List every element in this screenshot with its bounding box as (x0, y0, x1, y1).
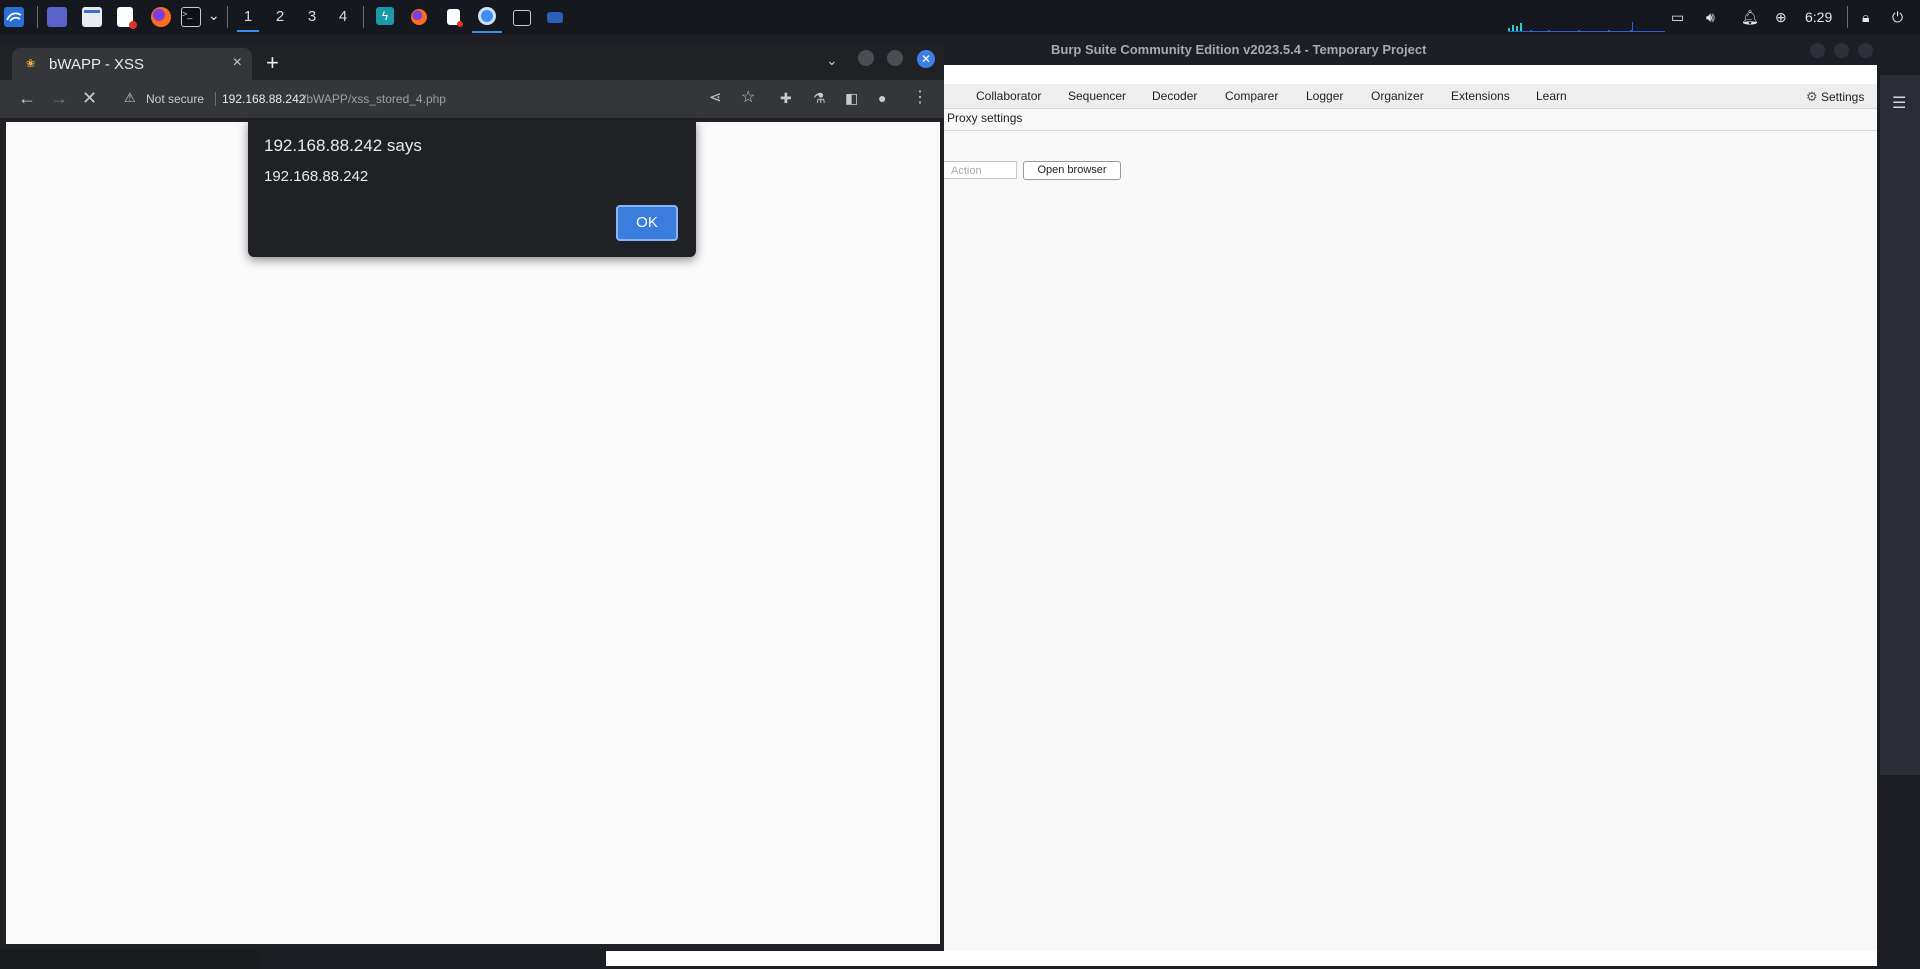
maximize-button[interactable] (1834, 43, 1849, 58)
url-path: /bWAPP/xss_stored_4.php (303, 92, 446, 106)
tab-sequencer[interactable]: Sequencer (1068, 89, 1126, 103)
desktop-strip (0, 949, 260, 969)
close-button[interactable] (1858, 43, 1873, 58)
burp-icon[interactable]: ϟ (376, 7, 394, 25)
terminal-icon[interactable]: >_ (181, 7, 201, 27)
editor-window-icon[interactable] (447, 9, 463, 27)
browser-tab[interactable]: ❀ bWAPP - XSS × (12, 48, 252, 80)
tab-title: bWAPP - XSS (49, 56, 145, 73)
active-window-indicator (472, 31, 502, 33)
workspace-3[interactable]: 3 (299, 6, 325, 28)
settings-button[interactable]: ⚙ Settings (1806, 89, 1864, 105)
burp-sub-tabs: Proxy settings (944, 109, 1877, 131)
side-panel-icon[interactable]: ◧ (845, 88, 858, 108)
workspace-2[interactable]: 2 (267, 6, 293, 28)
tab-extensions[interactable]: Extensions (1451, 89, 1510, 103)
proxy-settings-link[interactable]: Proxy settings (947, 111, 1022, 125)
new-tab-button[interactable]: + (266, 50, 279, 76)
security-label: Not secure (146, 92, 205, 106)
back-arrow-icon[interactable]: ← (18, 88, 36, 108)
lock-icon[interactable]: 🔒︎ (1862, 7, 1869, 27)
gear-icon: ⚙ (1806, 89, 1818, 104)
bell-icon[interactable]: 🔔︎ (1741, 7, 1759, 27)
desktop-icon[interactable] (47, 7, 67, 27)
volume-icon[interactable]: 🔊︎ (1706, 7, 1715, 27)
settings-label: Settings (1821, 90, 1865, 104)
taskbar-separator (363, 6, 364, 28)
bookmark-star-icon[interactable]: ☆ (741, 88, 755, 108)
side-panel: ☰ (1880, 75, 1920, 775)
cpu-graph (1630, 20, 1665, 32)
chromium-window-icon[interactable] (478, 7, 496, 25)
display-icon[interactable]: ▭ (1671, 7, 1684, 27)
extensions-puzzle-icon[interactable]: ✚ (780, 88, 792, 108)
folder-window-icon[interactable] (547, 12, 563, 23)
burp-menubar (944, 65, 1877, 84)
tab-close-icon[interactable]: × (233, 54, 242, 72)
hamburger-menu-icon[interactable]: ☰ (1892, 93, 1906, 113)
address-divider (215, 92, 216, 106)
ok-button[interactable]: OK (616, 205, 678, 241)
profile-icon[interactable]: ● (878, 88, 886, 108)
tab-comparer[interactable]: Comparer (1225, 89, 1278, 103)
burp-main-tabs: Collaborator Sequencer Decoder Comparer … (944, 84, 1877, 109)
text-editor-icon[interactable] (117, 7, 137, 29)
minimize-button[interactable] (858, 50, 874, 66)
alert-dialog: 192.168.88.242 says 192.168.88.242 OK (248, 120, 696, 257)
burp-window: Burp Suite Community Edition v2023.5.4 -… (940, 36, 1920, 964)
open-browser-button[interactable]: Open browser (1023, 161, 1121, 180)
tab-search-chevron-icon[interactable]: ⌄ (826, 52, 838, 69)
action-button[interactable]: Action (940, 161, 1017, 179)
url-host: 192.168.88.242 (222, 92, 306, 106)
taskbar-separator (37, 6, 38, 28)
workspace-4[interactable]: 4 (330, 6, 356, 28)
warning-icon: ⚠ (124, 90, 136, 105)
power-manager-icon[interactable]: ⊕ (1775, 7, 1787, 27)
dialog-message: 192.168.88.242 (264, 168, 369, 185)
tab-logger[interactable]: Logger (1306, 89, 1343, 103)
burp-statusbar (606, 951, 1877, 966)
minimize-button[interactable] (1810, 43, 1825, 58)
forward-arrow-icon[interactable]: → (50, 88, 68, 108)
close-button[interactable]: ✕ (917, 50, 935, 68)
workspace-1[interactable]: 1 (235, 6, 261, 32)
firefox-icon[interactable] (151, 7, 171, 27)
stop-loading-icon[interactable]: ✕ (82, 88, 97, 108)
kali-menu-icon[interactable] (4, 7, 24, 27)
taskbar: >_ ⌄ 1 2 3 4 ϟ ▭ 🔊︎ 🔔︎ ⊕ 6:29 🔒︎ ⏻ (0, 0, 1920, 34)
tab-collaborator[interactable]: Collaborator (976, 89, 1041, 103)
address-bar[interactable]: ⚠ Not secure 192.168.88.242 /bWAPP/xss_s… (118, 86, 746, 112)
tab-decoder[interactable]: Decoder (1152, 89, 1197, 103)
browser-toolbar: ← → ✕ ⚠ Not secure 192.168.88.242 /bWAPP… (0, 80, 944, 118)
tab-learn[interactable]: Learn (1536, 89, 1567, 103)
firefox-window-icon[interactable] (411, 9, 427, 25)
labs-flask-icon[interactable]: ⚗ (813, 88, 826, 108)
bwapp-favicon-icon: ❀ (26, 58, 36, 70)
burp-titlebar: Burp Suite Community Edition v2023.5.4 -… (944, 36, 1920, 65)
chevron-down-icon[interactable]: ⌄ (208, 5, 220, 25)
maximize-button[interactable] (887, 50, 903, 66)
burp-window-title: Burp Suite Community Edition v2023.5.4 -… (1051, 42, 1427, 57)
logout-icon[interactable]: ⏻ (1892, 7, 1903, 27)
terminal-window-icon[interactable] (513, 10, 531, 26)
more-menu-icon[interactable]: ⋮ (912, 88, 928, 108)
clock[interactable]: 6:29 (1805, 7, 1832, 27)
taskbar-separator (1847, 6, 1848, 28)
dialog-title: 192.168.88.242 says (264, 136, 422, 155)
share-icon[interactable]: ⋖ (709, 88, 722, 108)
file-manager-icon[interactable] (82, 7, 102, 27)
tab-organizer[interactable]: Organizer (1371, 89, 1424, 103)
taskbar-separator (227, 6, 228, 28)
